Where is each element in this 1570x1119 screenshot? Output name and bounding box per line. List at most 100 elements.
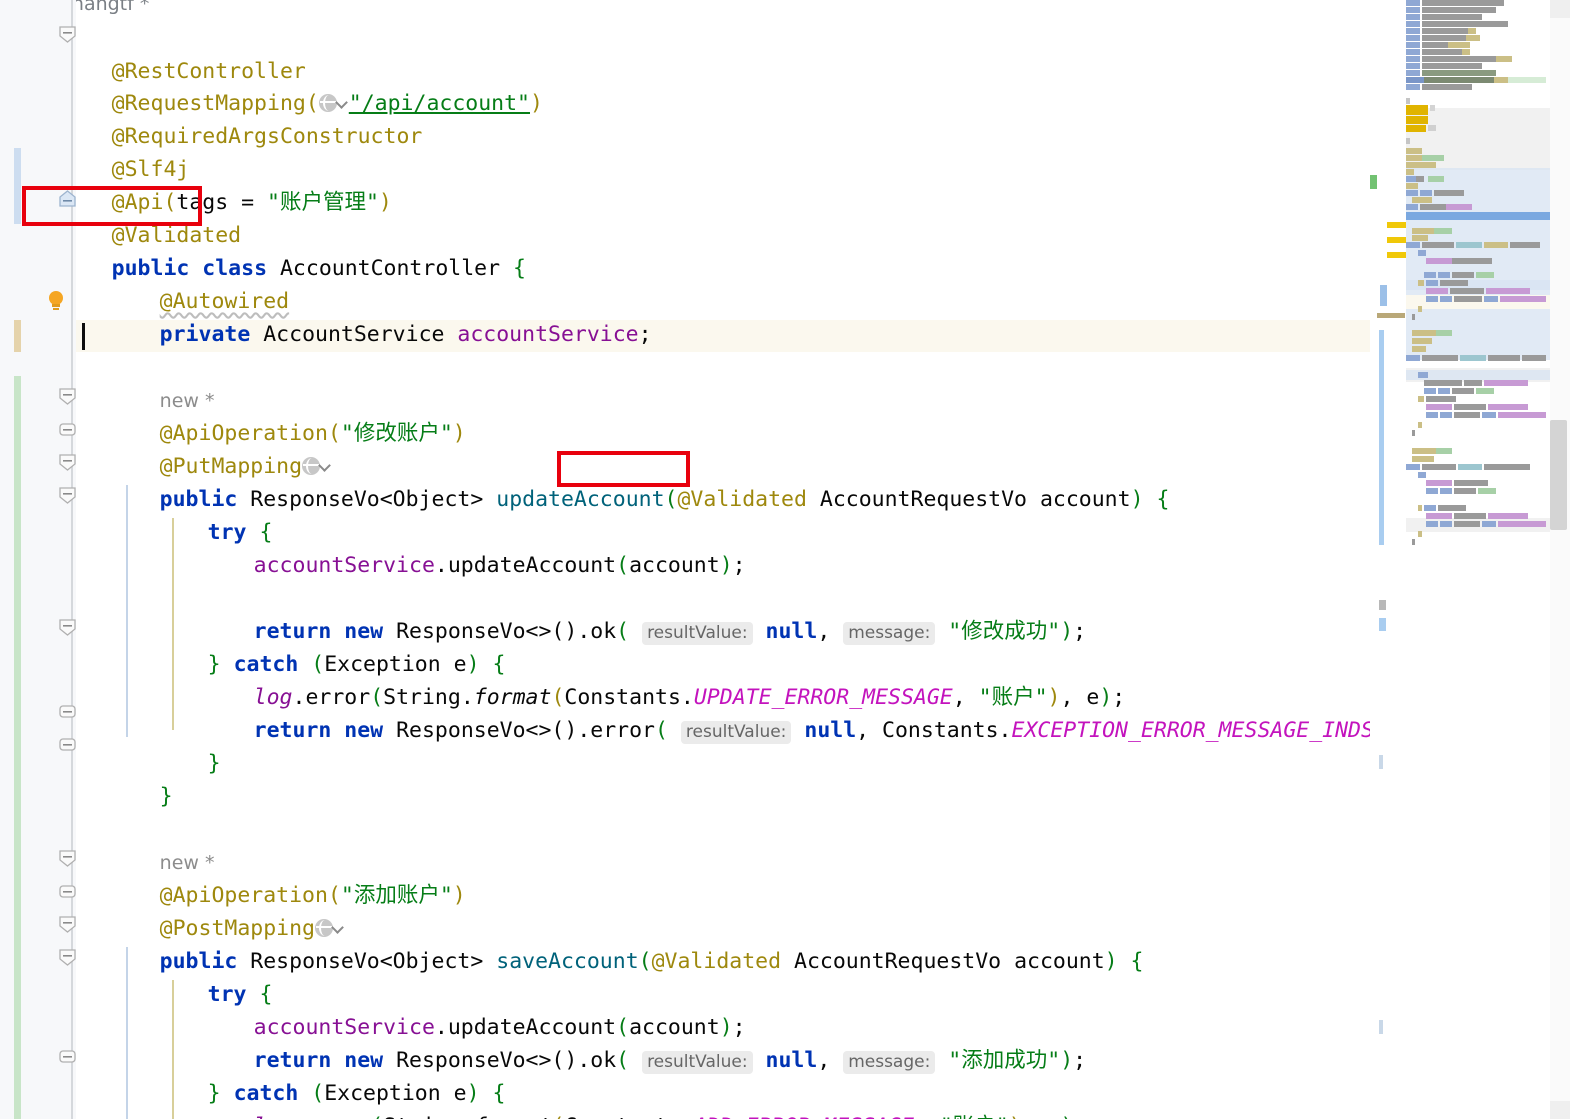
code-line-update-signature[interactable]: public ResponseVo<Object> updateAccount(… [82, 452, 1170, 512]
minimap-row [1406, 42, 1420, 48]
code-line-slf4j[interactable]: @Slf4j [76, 122, 190, 182]
minimap-row [1406, 176, 1416, 182]
code-line-class-decl[interactable]: public class AccountController { [76, 221, 526, 281]
code-line-request-mapping[interactable]: @RequestMapping("/api/account") [76, 56, 543, 116]
code-line-apioperation-update[interactable]: @ApiOperation("修改账户") [82, 386, 466, 446]
fold-marker-catch-1[interactable] [58, 618, 77, 637]
stripe-mark-gray[interactable] [1379, 600, 1386, 610]
field-semicolon: ; [638, 322, 652, 347]
fold-marker-method-2[interactable] [58, 849, 77, 868]
stripe-mark-modified-range[interactable] [1379, 330, 1384, 545]
vertical-scrollbar-track[interactable] [1550, 0, 1570, 1119]
string-cls-2: String [383, 1114, 461, 1119]
code-line-log-error-2[interactable]: log.error(String.format(Constants.ADD_ER… [176, 1079, 1087, 1119]
code-line-autowired[interactable]: @Autowired [82, 254, 289, 314]
kw-new-err-1: new [344, 718, 384, 743]
minimap-row [1422, 464, 1456, 470]
param-hint-result-value-3: resultValue: [642, 1051, 753, 1074]
minimap-row [1434, 228, 1452, 234]
minimap-row [1426, 404, 1452, 410]
code-editor[interactable]: shangtf * @RestController @RequestMappin… [76, 0, 1370, 1119]
fold-marker-end-try-1[interactable] [58, 702, 77, 721]
intention-bulb-icon[interactable] [46, 290, 68, 312]
ok-method-1: ok [590, 619, 617, 644]
fold-marker-validated[interactable] [58, 189, 77, 208]
code-line-service-call-2[interactable]: accountService.updateAccount(account); [176, 980, 746, 1040]
fold-marker-method-body-2[interactable] [58, 915, 77, 934]
fold-marker-catch-2[interactable] [58, 1047, 77, 1066]
code-line-putmapping[interactable]: @PutMapping [82, 419, 332, 479]
minimap-row [1452, 272, 1474, 278]
vcs-marker-current[interactable] [14, 320, 21, 352]
code-line-api-tags[interactable]: @Api(tags = "账户管理") [76, 155, 392, 215]
minimap-row [1482, 521, 1496, 527]
stripe-mark-tan[interactable] [1377, 313, 1405, 318]
code-line-validated-class[interactable]: @Validated [76, 188, 241, 248]
code-line-return-ok-2[interactable]: return new ResponseVo<>().ok( resultValu… [176, 1013, 1086, 1074]
code-line-return-ok-1[interactable]: return new ResponseVo<>().ok( resultValu… [176, 584, 1086, 645]
minimap-row [1454, 488, 1476, 494]
stripe-mark-bottom-2[interactable] [1379, 1020, 1383, 1034]
code-line-field-decl[interactable]: private AccountService accountService; [82, 287, 652, 347]
code-line-catch-2[interactable]: } catch (Exception e) { [130, 1046, 506, 1106]
scrollbar-up-arrow[interactable] [1550, 0, 1570, 18]
save-param-type: AccountRequestVo [794, 949, 1002, 974]
ok-paren-close-1: ) [1060, 619, 1074, 644]
minimap-row [1484, 296, 1498, 302]
code-line-close-try-1[interactable]: } [130, 716, 221, 776]
minimap-row [1498, 412, 1546, 418]
minimap-row [1494, 77, 1508, 83]
fold-marker-class[interactable] [58, 25, 77, 44]
fold-marker-postmapping[interactable] [58, 882, 77, 901]
code-line-try-1[interactable]: try { [130, 485, 273, 545]
code-line-close-method-1[interactable]: } [82, 749, 173, 809]
stripe-mark-blue-small[interactable] [1379, 618, 1386, 631]
code-line-service-call-1[interactable]: accountService.updateAccount(account); [176, 518, 746, 578]
minimap-row [1412, 539, 1415, 545]
code-line-catch-1[interactable]: } catch (Exception e) { [130, 617, 506, 677]
minimap-row [1418, 422, 1422, 428]
code-line-try-2[interactable]: try { [130, 947, 273, 1007]
code-line-postmapping[interactable]: @PostMapping [82, 881, 345, 941]
error-stripe[interactable] [1370, 0, 1411, 1119]
scrollbar-down-arrow[interactable] [1550, 1101, 1570, 1119]
stripe-mark-bottom-1[interactable] [1379, 755, 1383, 769]
code-line-required-args[interactable]: @RequiredArgsConstructor [76, 89, 423, 149]
minimap-row [1418, 306, 1422, 312]
minimap-row [1426, 480, 1452, 486]
stripe-mark-green[interactable] [1370, 175, 1377, 189]
code-line-rest-controller[interactable]: @RestController [76, 24, 306, 84]
fold-marker-try-1[interactable] [58, 486, 77, 505]
code-line-log-error-1[interactable]: log.error(String.format(Constants.UPDATE… [176, 650, 1126, 710]
fold-marker-putmapping[interactable] [58, 420, 77, 439]
const-exception-error: EXCEPTION_ERROR_MESSAGE_INDSIDE_ERR [1011, 718, 1371, 743]
error-method-1: error [590, 718, 655, 743]
vcs-marker-added-main[interactable] [14, 376, 21, 1119]
minimap-row [1456, 242, 1482, 248]
ok-paren-1: ( [616, 619, 630, 644]
fold-marker-try-2[interactable] [58, 948, 77, 967]
minimap-row [1406, 138, 1410, 144]
code-line-return-error-1[interactable]: return new ResponseVo<>().error( resultV… [176, 683, 1370, 744]
minimap-row [1426, 280, 1438, 286]
vcs-marker-modified-top[interactable] [14, 148, 21, 224]
vertical-scrollbar-thumb[interactable] [1550, 420, 1567, 530]
minimap-row [1496, 56, 1512, 62]
minimap-row [1484, 464, 1530, 470]
save-paren-close: ) { [1104, 949, 1144, 974]
minimap-row [1454, 521, 1480, 527]
fold-marker-method-body-1[interactable] [58, 453, 77, 472]
code-minimap[interactable] [1406, 0, 1550, 1119]
fold-marker-end-method-1[interactable] [58, 735, 77, 754]
stripe-mark-blue-current[interactable] [1380, 285, 1387, 306]
minimap-row [1488, 404, 1528, 410]
minimap-row [1426, 258, 1452, 264]
msg-update-ok: "修改成功" [948, 619, 1061, 644]
minimap-row [1438, 505, 1466, 511]
code-line-save-signature[interactable]: public ResponseVo<Object> saveAccount(@V… [82, 914, 1144, 974]
code-line-apioperation-add[interactable]: @ApiOperation("添加账户") [82, 848, 466, 908]
minimap-row [1406, 56, 1420, 62]
fmt-paren-close-2: ) [1009, 1114, 1022, 1119]
fold-marker-method-1[interactable] [58, 387, 77, 406]
dot-ok-1: . [577, 619, 591, 644]
